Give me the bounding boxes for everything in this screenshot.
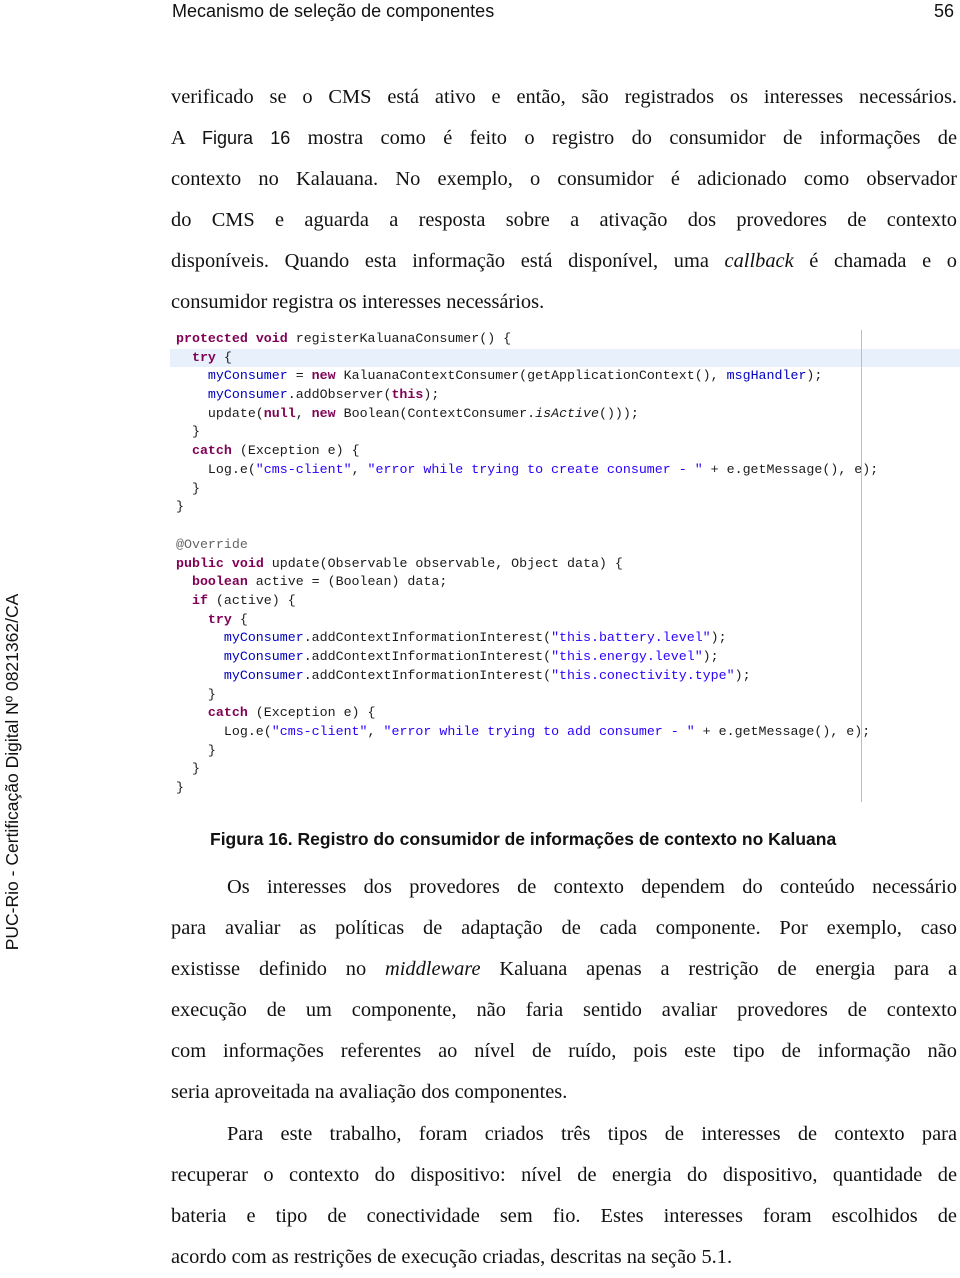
code-figure-block-2: @Override public void update(Observable o…: [176, 536, 870, 798]
figure-reference-link[interactable]: Figura 16: [202, 128, 290, 148]
text-line: A Figura 16 mostra como é feito o regist…: [171, 127, 958, 149]
text-line: existisse definido no middleware Kaluana…: [171, 958, 957, 980]
middleware-term: middleware: [385, 958, 481, 980]
code-line: public void update(Observable observable…: [176, 555, 623, 571]
paragraph-3: Para este trabalho, foram criados três t…: [171, 1114, 957, 1278]
text-line: do CMS e aguarda a resposta sobre a ativ…: [171, 209, 957, 231]
text-line: consumidor registra os interesses necess…: [171, 291, 545, 313]
text-line: contexto no Kalauana. No exemplo, o cons…: [171, 168, 957, 190]
text-line: acordo com as restrições de execução cri…: [171, 1246, 733, 1268]
code-line: protected void registerKaluanaConsumer()…: [176, 331, 512, 346]
code-line: myConsumer = new KaluanaContextConsumer(…: [207, 368, 823, 384]
code-line: Log.e("cms-client", "error while trying …: [176, 461, 879, 477]
code-line: catch (Exception e) {: [191, 443, 360, 459]
code-line: try {: [170, 348, 960, 368]
code-line: }: [176, 480, 200, 496]
code-line: }: [176, 779, 184, 795]
text-line: para avaliar as políticas de adaptação d…: [171, 917, 957, 939]
code-line: @Override: [176, 537, 248, 552]
code-line: myConsumer.addContextInformationInterest…: [223, 667, 751, 683]
code-line: try {: [207, 611, 248, 627]
running-header-title: Mecanismo de seleção de componentes: [172, 1, 495, 21]
code-line: myConsumer.addObserver(this);: [207, 387, 440, 403]
code-line: update(null, new Boolean(ContextConsumer…: [176, 405, 639, 421]
code-line: myConsumer.addContextInformationInterest…: [223, 630, 727, 646]
code-line: if (active) {: [191, 593, 296, 609]
figure-caption: Figura 16. Registro do consumidor de inf…: [210, 829, 837, 849]
text-line: disponíveis. Quando esta informação está…: [171, 250, 957, 272]
code-line: catch (Exception e) {: [207, 705, 376, 721]
code-line: }: [176, 761, 200, 777]
callback-term: callback: [724, 250, 794, 272]
code-figure-block-1: protected void registerKaluanaConsumer()…: [170, 330, 960, 517]
code-line: }: [176, 424, 200, 440]
code-line: }: [176, 686, 216, 702]
text-line: bateria e tipo de conectividade sem fio.…: [171, 1205, 957, 1227]
page-number: 56: [933, 1, 954, 21]
text-line: seria aproveitada na avaliação dos compo…: [171, 1081, 568, 1103]
code-line: Log.e("cms-client", "error while trying …: [176, 723, 871, 739]
text-line: Os interesses dos provedores de contexto…: [227, 876, 957, 898]
code-line: myConsumer.addContextInformationInterest…: [223, 649, 719, 665]
code-editor-margin-line: [861, 330, 862, 802]
text-line: execução de um componente, não faria sen…: [171, 999, 957, 1021]
code-line: }: [176, 499, 184, 515]
text-line: recuperar o contexto do dispositivo: nív…: [171, 1164, 957, 1186]
side-certification-stamp: PUC-Rio - Certificação Digital Nº 082136…: [2, 593, 22, 951]
paragraph-1: verificado se o CMS está ativo e então, …: [171, 77, 957, 323]
code-line: boolean active = (Boolean) data;: [191, 574, 448, 590]
paragraph-2: Os interesses dos provedores de contexto…: [171, 867, 957, 1113]
text-line: com informações referentes ao nível de r…: [171, 1040, 957, 1062]
code-line: }: [176, 742, 216, 758]
text-line: verificado se o CMS está ativo e então, …: [171, 86, 957, 108]
text-line: Para este trabalho, foram criados três t…: [227, 1123, 957, 1145]
